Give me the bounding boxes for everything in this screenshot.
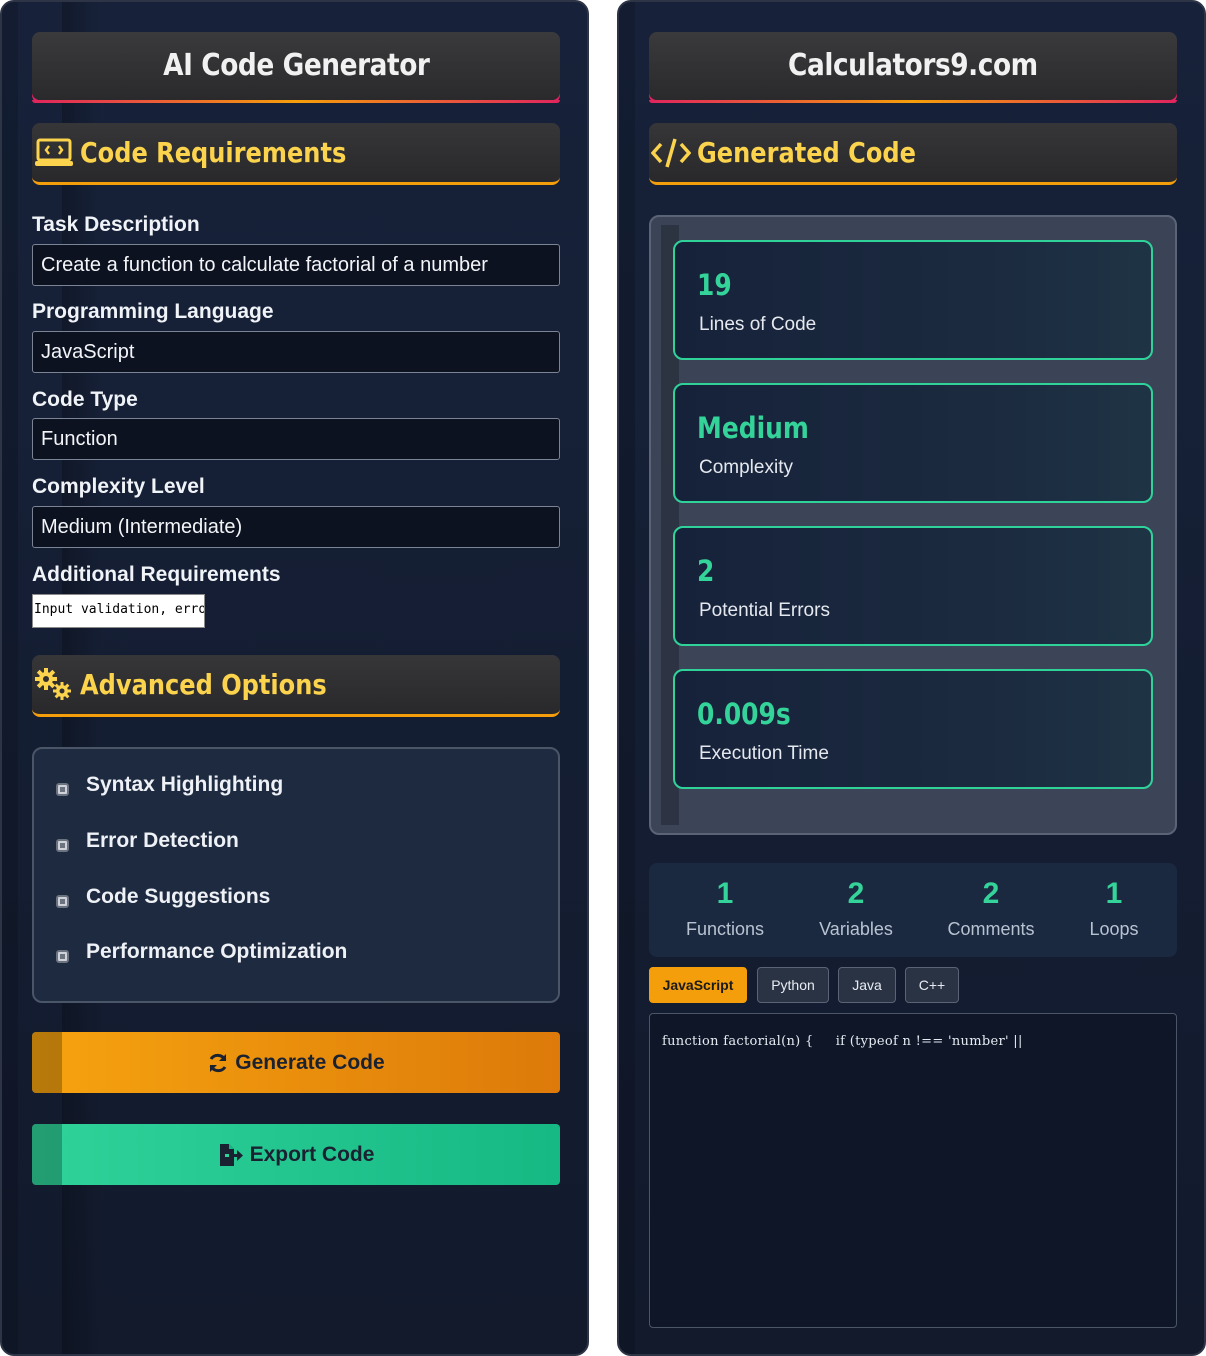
metric-value: 1 bbox=[716, 877, 734, 910]
generate-code-label: Generate Code bbox=[235, 1050, 385, 1074]
advanced-options-heading: Advanced Options bbox=[80, 668, 327, 701]
generated-code-panel: Calculators9.com Generated Code 19 Lines… bbox=[617, 0, 1206, 1356]
metric-functions: 1 Functions bbox=[660, 877, 790, 940]
metric-label: Variables bbox=[819, 919, 893, 939]
tab-java[interactable]: Java bbox=[838, 967, 896, 1003]
option-syntax-highlighting[interactable]: Syntax Highlighting bbox=[56, 773, 283, 797]
metric-label: Loops bbox=[1089, 919, 1139, 939]
stat-value: 2 bbox=[697, 554, 715, 588]
stat-value: 19 bbox=[697, 268, 732, 302]
generated-code-heading: Generated Code bbox=[697, 136, 916, 169]
code-type-label: Code Type bbox=[32, 388, 138, 411]
code-requirements-panel: AI Code Generator Code Requirements Task… bbox=[0, 0, 589, 1356]
tab-javascript[interactable]: JavaScript bbox=[649, 967, 747, 1003]
app-title-box: AI Code Generator bbox=[32, 32, 560, 103]
stat-caption: Potential Errors bbox=[699, 600, 830, 621]
checkbox[interactable] bbox=[56, 894, 69, 908]
metric-value: 2 bbox=[847, 877, 865, 910]
metric-variables: 2 Variables bbox=[791, 877, 921, 940]
advanced-options-header: Advanced Options bbox=[32, 655, 560, 717]
stat-lines-of-code: 19 Lines of Code bbox=[673, 240, 1153, 360]
tab-python[interactable]: Python bbox=[757, 967, 829, 1003]
code-metrics-bar: 1 Functions 2 Variables 2 Comments 1 Loo… bbox=[649, 863, 1177, 957]
panel-shade bbox=[2, 2, 18, 1354]
advanced-options-list: Syntax Highlighting Error Detection Code… bbox=[32, 747, 560, 1003]
option-label: Syntax Highlighting bbox=[86, 773, 284, 796]
task-description-input[interactable]: Create a function to calculate factorial… bbox=[32, 244, 560, 286]
stat-caption: Lines of Code bbox=[699, 314, 817, 335]
checkbox[interactable] bbox=[56, 782, 69, 796]
option-performance-optimization[interactable]: Performance Optimization bbox=[56, 940, 347, 964]
panel-shade bbox=[619, 2, 635, 1354]
metric-comments: 2 Comments bbox=[926, 877, 1056, 940]
programming-language-select[interactable]: JavaScript bbox=[32, 331, 560, 373]
export-code-label: Export Code bbox=[249, 1142, 375, 1166]
code-icon bbox=[651, 133, 691, 173]
programming-language-label: Programming Language bbox=[32, 300, 274, 323]
gears-icon bbox=[34, 665, 74, 705]
export-code-button[interactable]: Export Code bbox=[32, 1124, 560, 1185]
site-title: Calculators9.com bbox=[788, 48, 1038, 83]
generated-code-header: Generated Code bbox=[649, 123, 1177, 185]
task-description-label: Task Description bbox=[32, 213, 200, 236]
option-code-suggestions[interactable]: Code Suggestions bbox=[56, 885, 270, 909]
requirements-section-header: Code Requirements bbox=[32, 123, 560, 185]
button-edge bbox=[32, 1124, 62, 1185]
stat-caption: Execution Time bbox=[699, 743, 829, 764]
metric-value: 2 bbox=[982, 877, 1000, 910]
stat-complexity: Medium Complexity bbox=[673, 383, 1153, 503]
checkbox[interactable] bbox=[56, 838, 69, 852]
file-export-icon bbox=[218, 1143, 244, 1167]
sync-icon bbox=[207, 1052, 229, 1074]
complexity-level-label: Complexity Level bbox=[32, 475, 205, 498]
requirements-heading: Code Requirements bbox=[80, 136, 347, 169]
generated-code-output[interactable]: function factorial(n) { if (typeof n !==… bbox=[649, 1013, 1177, 1328]
generate-code-button[interactable]: Generate Code bbox=[32, 1032, 560, 1093]
tab-cpp[interactable]: C++ bbox=[905, 967, 959, 1003]
code-type-select[interactable]: Function bbox=[32, 418, 560, 460]
stat-value: 0.009s bbox=[697, 697, 791, 731]
button-edge bbox=[32, 1032, 62, 1093]
additional-requirements-textarea[interactable]: Input validation, erro bbox=[32, 594, 205, 628]
metric-label: Functions bbox=[685, 919, 765, 939]
metric-loops: 1 Loops bbox=[1049, 877, 1179, 940]
laptop-code-icon bbox=[34, 133, 74, 173]
option-label: Error Detection bbox=[86, 829, 239, 852]
site-title-box: Calculators9.com bbox=[649, 32, 1177, 103]
stat-potential-errors: 2 Potential Errors bbox=[673, 526, 1153, 646]
option-error-detection[interactable]: Error Detection bbox=[56, 829, 239, 853]
code-stats-box: 19 Lines of Code Medium Complexity 2 Pot… bbox=[649, 215, 1177, 835]
stat-execution-time: 0.009s Execution Time bbox=[673, 669, 1153, 789]
metric-label: Comments bbox=[947, 919, 1035, 939]
stat-caption: Complexity bbox=[699, 457, 793, 478]
checkbox[interactable] bbox=[56, 949, 69, 963]
metric-value: 1 bbox=[1105, 877, 1123, 910]
additional-requirements-label: Additional Requirements bbox=[32, 563, 281, 586]
option-label: Performance Optimization bbox=[86, 940, 348, 963]
option-label: Code Suggestions bbox=[86, 885, 271, 908]
stat-value: Medium bbox=[697, 411, 809, 445]
complexity-level-select[interactable]: Medium (Intermediate) bbox=[32, 506, 560, 548]
app-title: AI Code Generator bbox=[162, 48, 430, 83]
